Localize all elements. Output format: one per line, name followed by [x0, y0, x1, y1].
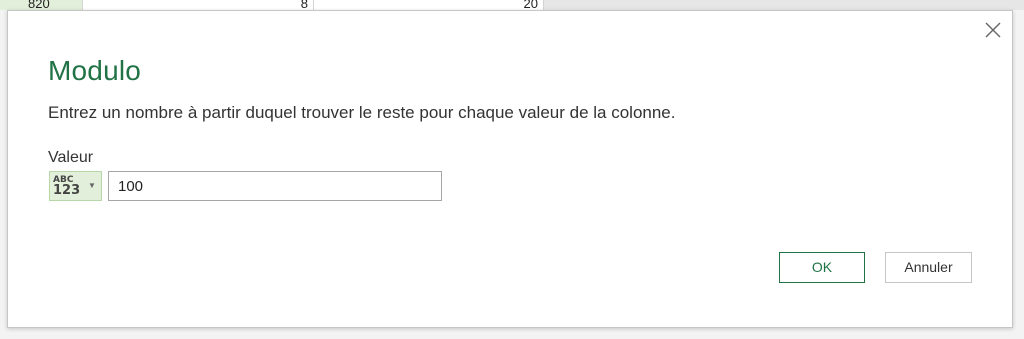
grid-cell-text: 820: [28, 0, 50, 10]
cancel-button[interactable]: Annuler: [885, 252, 972, 283]
ok-button[interactable]: OK: [779, 252, 865, 283]
data-type-selector[interactable]: ABC 123 ▼: [49, 171, 102, 201]
chevron-down-icon: ▼: [88, 181, 96, 190]
close-icon: [985, 22, 1001, 38]
dialog-title: Modulo: [48, 55, 142, 86]
grid-cell-text: 20: [523, 0, 538, 10]
value-label: Valeur: [48, 149, 94, 166]
grid-cell: 8: [83, 0, 314, 10]
modulo-dialog: Modulo Entrez un nombre à partir duquel …: [7, 10, 1013, 328]
grid-cell-text: 8: [300, 0, 308, 10]
value-input[interactable]: [108, 171, 442, 201]
grid-cell: 20: [314, 0, 544, 10]
close-button[interactable]: [983, 20, 1003, 40]
dialog-description: Entrez un nombre à partir duquel trouver…: [48, 103, 676, 122]
grid-cell: 820: [0, 0, 83, 10]
type-123-text: 123: [53, 183, 81, 198]
grid-row-strip: 820 8 20: [0, 0, 544, 10]
